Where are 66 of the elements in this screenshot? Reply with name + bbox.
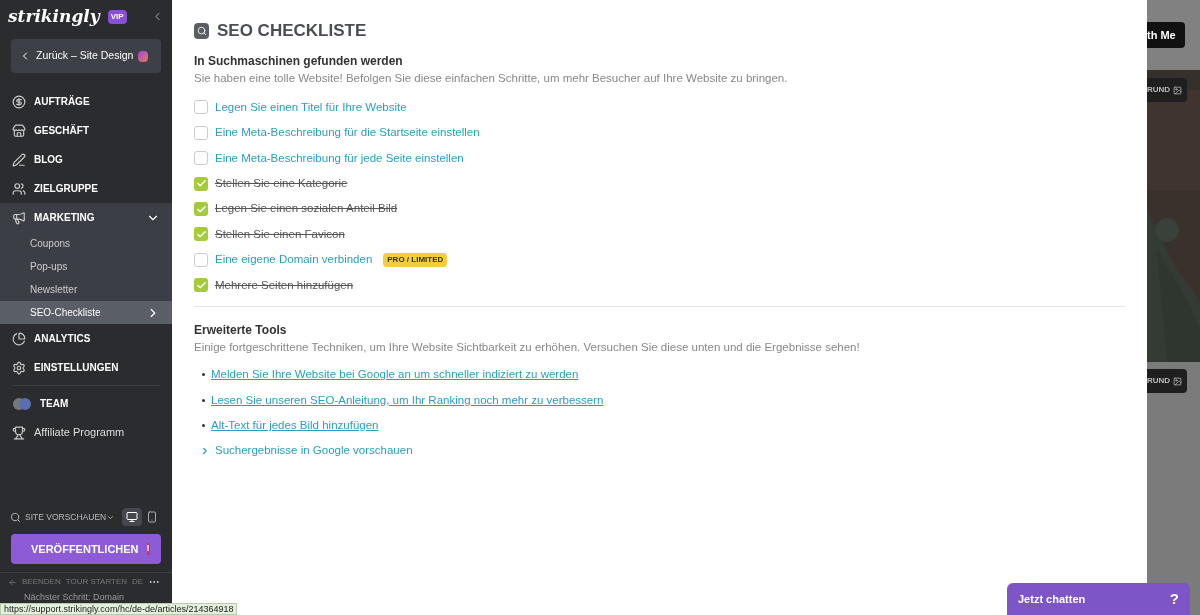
checklist-item: Stellen Sie einen Favicon	[215, 226, 345, 242]
bullet-icon	[202, 373, 205, 377]
checklist-item: Stellen Sie eine Kategorie	[215, 176, 348, 191]
sub-nav-item[interactable]: Newsletter	[0, 278, 172, 301]
nav-item[interactable]: MARKETING	[0, 203, 172, 232]
section-heading: In Suchmaschinen gefunden werden	[194, 52, 404, 70]
sub-nav-item[interactable]: Pop-ups	[0, 255, 172, 278]
preview-dropdown[interactable]: SITE VORSCHAUEN	[25, 510, 107, 524]
background-label: RUND	[1147, 369, 1187, 393]
back-button[interactable]: Zurück – Site Design	[11, 39, 161, 73]
desktop-view-button[interactable]	[122, 508, 142, 526]
sub-nav-item[interactable]: Coupons	[0, 232, 172, 255]
trophy-icon	[12, 425, 26, 440]
mobile-icon	[146, 511, 158, 523]
pie-chart-icon	[12, 331, 26, 346]
nav-item[interactable]: BLOG	[0, 145, 172, 174]
next-step-text: Nächster Schritt: Domain	[24, 592, 125, 602]
image-icon	[1173, 85, 1183, 95]
megaphone-icon	[12, 210, 26, 225]
checklist-item[interactable]: Legen Sie einen Titel für Ihre Website	[215, 98, 407, 117]
checkbox[interactable]	[194, 151, 208, 166]
vip-badge: VIP	[107, 9, 127, 24]
pen-icon	[12, 152, 26, 167]
nav-item[interactable]: EINSTELLUNGEN	[0, 353, 172, 382]
checkbox[interactable]	[194, 252, 208, 267]
section-description: Einige fortgeschrittene Techniken, um Ihre Website Sichtbarkeit zu erhöhen. Versuchen Sie diese unten und die Ergebnisse sehen!	[194, 339, 861, 355]
plan-badge: PRO / LIMITED	[383, 252, 448, 267]
checkbox[interactable]	[194, 227, 208, 242]
bullet-icon	[202, 398, 205, 402]
section-description: Sie haben eine tolle Website! Befolgen Sie diese einfachen Schritte, um mehr Besucher auf Ihre Website zu bringen.	[194, 70, 789, 86]
publish-button[interactable]: VERÖFFENTLICHEN !	[11, 534, 161, 564]
checkbox[interactable]	[194, 176, 208, 191]
checkbox[interactable]	[194, 202, 208, 216]
seo-icon	[194, 22, 209, 39]
nav-item[interactable]: Affiliate Programm	[0, 418, 172, 447]
nav-item[interactable]: AUFTRÄGE	[0, 87, 172, 116]
sub-nav-item[interactable]: SEO-Checkliste	[0, 301, 172, 324]
image-icon	[1173, 376, 1183, 386]
dollar-icon	[12, 94, 26, 109]
checkbox[interactable]	[194, 125, 208, 140]
team-icon	[12, 396, 32, 411]
checklist-item: Legen Sie einen sozialen Anteil Bild	[215, 201, 398, 217]
alert-badge: !	[146, 543, 150, 555]
store-icon	[12, 123, 26, 138]
checklist-item[interactable]: Eine eigene Domain verbinden	[215, 251, 373, 269]
help-button[interactable]: ?	[1169, 587, 1179, 611]
chat-widget[interactable]: Jetzt chatten ?	[1007, 583, 1190, 615]
checklist-item: Mehrere Seiten hinzufügen	[215, 277, 354, 293]
people-icon	[12, 181, 26, 196]
design-icon	[138, 50, 149, 62]
section-heading: Erweiterte Tools	[194, 321, 288, 339]
nav-item[interactable]: ZIELGRUPPE	[0, 174, 172, 203]
logo: strikingly	[8, 4, 100, 28]
desktop-icon	[126, 511, 138, 523]
settings-icon	[12, 360, 26, 375]
search-icon	[10, 511, 21, 523]
background-label: RUND	[1147, 78, 1187, 102]
status-url: https://support.strikingly.com/hc/de-de/articles/214364918	[0, 603, 238, 615]
arrow-left-icon	[8, 577, 17, 587]
page-title: SEO CHECKLISTE	[217, 20, 367, 42]
nav-item[interactable]: TEAM	[0, 389, 172, 418]
checkbox[interactable]	[194, 278, 208, 293]
nav-item[interactable]: ANALYTICS	[0, 324, 172, 353]
nav-item[interactable]: GESCHÄFT	[0, 116, 172, 145]
checkbox[interactable]	[194, 100, 208, 115]
bullet-icon	[202, 424, 205, 428]
